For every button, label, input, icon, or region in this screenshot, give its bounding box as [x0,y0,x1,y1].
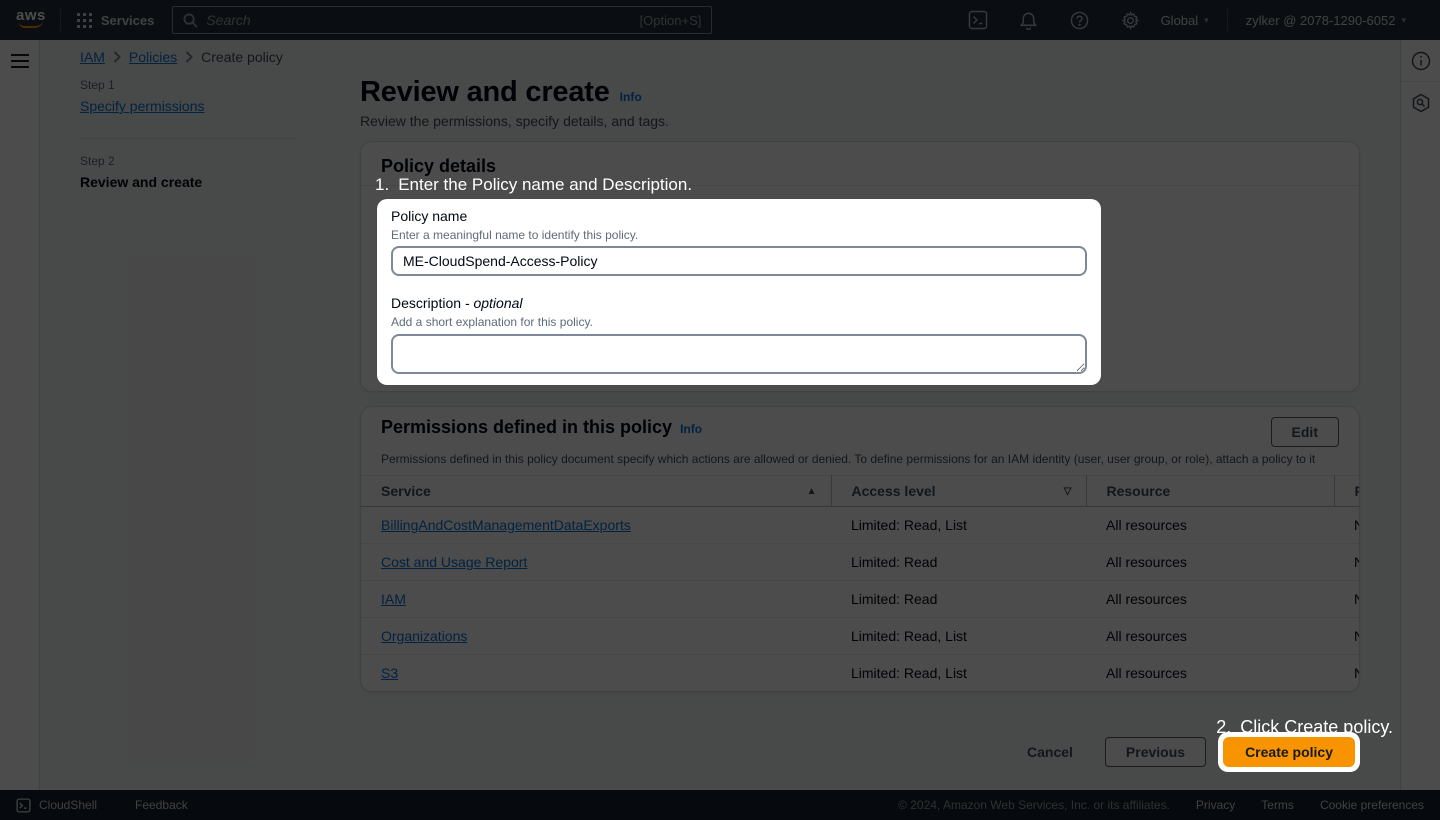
tutorial-step1-number: 1. [375,175,389,195]
tutorial-step2-number: 2. [1216,717,1231,738]
policy-name-label: Policy name [391,206,1087,226]
tutorial-step1-text: Enter the Policy name and Description. [398,175,692,195]
description-help: Add a short explanation for this policy. [391,314,1087,330]
tutorial-step2-text: Click Create policy. [1240,717,1393,738]
tutorial-dim-overlay [0,0,1440,820]
create-policy-button[interactable]: Create policy [1223,737,1355,767]
aws-console-window: aws Services [Option+S] [0,0,1440,820]
tutorial-step2-annotation: 2. Click Create policy. [1216,717,1393,738]
policy-name-help: Enter a meaningful name to identify this… [391,227,1087,243]
tutorial-step1-annotation: 1. Enter the Policy name and Description… [375,175,692,195]
description-label: Description - optional [391,293,1087,313]
policy-details-form-spotlight: Policy name Enter a meaningful name to i… [377,199,1101,385]
description-optional-label: - optional [465,295,523,311]
create-policy-spotlight-halo: Create policy [1218,732,1360,772]
policy-name-input[interactable] [391,246,1087,276]
description-textarea[interactable] [391,334,1087,374]
